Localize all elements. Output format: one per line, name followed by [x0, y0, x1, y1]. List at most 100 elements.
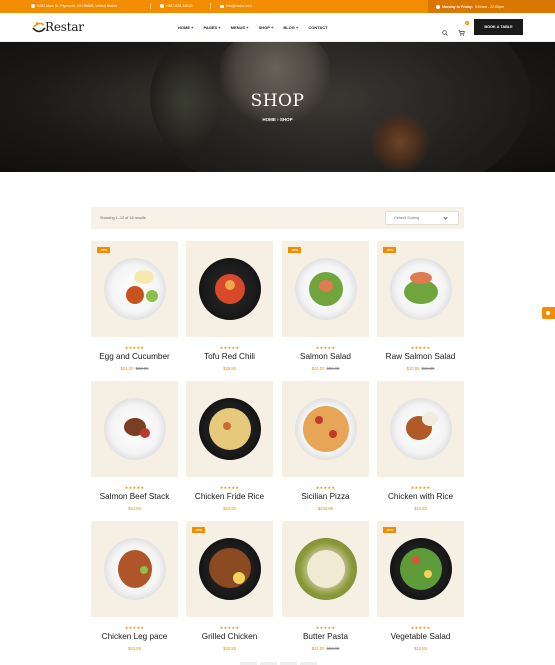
- product-name[interactable]: Chicken Fride Rice: [181, 492, 278, 501]
- product-price: $24.00 $32.00: [282, 646, 369, 651]
- sort-value: Default Sorting: [394, 216, 420, 220]
- product-name[interactable]: Chicken Leg pace: [86, 632, 183, 641]
- sale-badge: -25%: [97, 247, 111, 253]
- logo-text: Restar: [45, 20, 84, 34]
- product-card[interactable]: -25% ★★★★★ Salmon Salad $24.00 $32.00: [282, 241, 369, 381]
- nav-label: CONTACT: [308, 25, 328, 30]
- product-card[interactable]: ★★★★★ Chicken with Rice $10.85: [377, 381, 464, 521]
- product-price: $30.85: [186, 646, 273, 651]
- product-image[interactable]: [186, 381, 273, 477]
- dish-image: [390, 398, 452, 460]
- product-name[interactable]: Butter Pasta: [277, 632, 374, 641]
- opening-hours: Monday to Friday: 9:00am - 22:00pm: [428, 0, 555, 13]
- book-a-table-button[interactable]: BOOK A TABLE: [474, 19, 523, 35]
- product-name[interactable]: Chicken with Rice: [372, 492, 469, 501]
- product-name[interactable]: Tofu Red Chili: [181, 352, 278, 361]
- product-price: $232.85: [282, 506, 369, 511]
- product-image[interactable]: -25%: [282, 241, 369, 337]
- nav-label: HOME: [178, 25, 190, 30]
- dish-image: [295, 258, 357, 320]
- nav-item-contact[interactable]: CONTACT: [308, 25, 327, 30]
- product-card[interactable]: ★★★★★ Chicken Leg pace $32.85: [91, 521, 178, 661]
- nav-label: SHOP: [258, 25, 270, 30]
- email-text[interactable]: info@restar.com: [226, 4, 252, 8]
- dish-image: [199, 398, 261, 460]
- product-price: $39.85: [186, 366, 273, 371]
- product-card[interactable]: ★★★★★ Sicilian Pizza $232.85: [282, 381, 369, 521]
- page-title: SHOP: [250, 91, 305, 111]
- product-image[interactable]: -25%: [91, 241, 178, 337]
- rating-stars: ★★★★★: [410, 625, 431, 630]
- product-card[interactable]: -25% ★★★★★ Grilled Chicken $30.85: [186, 521, 273, 661]
- divider: [210, 3, 211, 9]
- product-name[interactable]: Egg and Cucumber: [86, 352, 183, 361]
- chevron-down-icon: [443, 215, 448, 220]
- hours-value: 9:00am - 22:00pm: [474, 4, 505, 9]
- email-info[interactable]: info@restar.com: [220, 4, 252, 8]
- nav-item-blog[interactable]: BLOG +: [283, 25, 298, 30]
- product-image[interactable]: [282, 521, 369, 617]
- dish-image: [390, 258, 452, 320]
- product-card[interactable]: ★★★★★ Butter Pasta $24.00 $32.00: [282, 521, 369, 661]
- rating-stars: ★★★★★: [219, 485, 240, 490]
- product-image[interactable]: -25%: [377, 241, 464, 337]
- food-item: [319, 280, 333, 292]
- product-name[interactable]: Vegetable Salad: [372, 632, 469, 641]
- email-icon: [220, 4, 224, 8]
- product-image[interactable]: [377, 381, 464, 477]
- old-price: $32.00: [326, 366, 340, 371]
- phone-info[interactable]: +987-628-18615: [160, 4, 192, 8]
- product-card[interactable]: ★★★★★ Tofu Red Chili $39.85: [186, 241, 273, 381]
- product-name[interactable]: Raw Salmon Salad: [372, 352, 469, 361]
- search-icon[interactable]: [442, 23, 448, 41]
- product-card[interactable]: ★★★★★ Chicken Fride Rice $30.85: [186, 381, 273, 521]
- food-item: [223, 422, 231, 430]
- product-image[interactable]: [91, 521, 178, 617]
- site-logo[interactable]: Restar: [31, 19, 84, 35]
- rating-stars: ★★★★★: [124, 625, 145, 630]
- rating-stars: ★★★★★: [219, 625, 240, 630]
- hours-label: Monday to Friday:: [442, 4, 473, 9]
- old-price: $32.00: [135, 366, 149, 371]
- product-image[interactable]: -25%: [186, 521, 273, 617]
- breadcrumb-current: SHOP: [279, 117, 293, 122]
- nav-item-pages[interactable]: PAGES +: [203, 25, 220, 30]
- food-item: [209, 408, 251, 450]
- sort-select[interactable]: Default Sorting: [385, 211, 459, 225]
- product-card[interactable]: -25% ★★★★★ Egg and Cucumber $24.00 $32.00: [91, 241, 178, 381]
- rating-stars: ★★★★★: [315, 625, 336, 630]
- address-info: 9482 Main St, Plymouth, OH 95665, United…: [31, 4, 117, 8]
- product-image[interactable]: [282, 381, 369, 477]
- food-item: [307, 550, 345, 588]
- current-price: $10.85: [414, 506, 427, 511]
- nav-item-home[interactable]: HOME +: [178, 25, 193, 30]
- location-pin-icon: [31, 4, 35, 8]
- product-name[interactable]: Grilled Chicken: [181, 632, 278, 641]
- breadcrumb-home-link[interactable]: HOME: [262, 117, 276, 122]
- breadcrumb-separator-icon: ›: [277, 117, 279, 122]
- nav-item-menus[interactable]: MENUS +: [231, 25, 249, 30]
- product-card[interactable]: -25% ★★★★★ Vegetable Salad $10.85: [377, 521, 464, 661]
- product-name[interactable]: Sicilian Pizza: [277, 492, 374, 501]
- top-info-bar: 9482 Main St, Plymouth, OH 95665, United…: [0, 0, 555, 13]
- nav-item-shop[interactable]: SHOP +: [259, 25, 274, 30]
- product-name[interactable]: Salmon Beef Stack: [86, 492, 183, 501]
- logo-bowl-icon: [31, 19, 47, 35]
- product-image[interactable]: [91, 381, 178, 477]
- side-cart-widget-button[interactable]: [542, 307, 555, 319]
- food-item: [412, 556, 420, 564]
- current-price: $39.85: [223, 366, 236, 371]
- cart-icon[interactable]: 0: [458, 21, 469, 41]
- product-name[interactable]: Salmon Salad: [277, 352, 374, 361]
- sale-badge: -25%: [192, 527, 206, 533]
- product-card[interactable]: ★★★★★ Salmon Beef Stack $32.85: [91, 381, 178, 521]
- phone-text[interactable]: +987-628-18615: [166, 4, 192, 8]
- clock-icon: [436, 4, 440, 9]
- product-image[interactable]: [186, 241, 273, 337]
- current-price: $10.85: [414, 646, 427, 651]
- current-price: $232.85: [317, 506, 334, 511]
- product-image[interactable]: -25%: [377, 521, 464, 617]
- food-item: [315, 416, 323, 424]
- product-card[interactable]: -25% ★★★★★ Raw Salmon Salad $10.85 $16.30: [377, 241, 464, 381]
- rating-stars: ★★★★★: [219, 345, 240, 350]
